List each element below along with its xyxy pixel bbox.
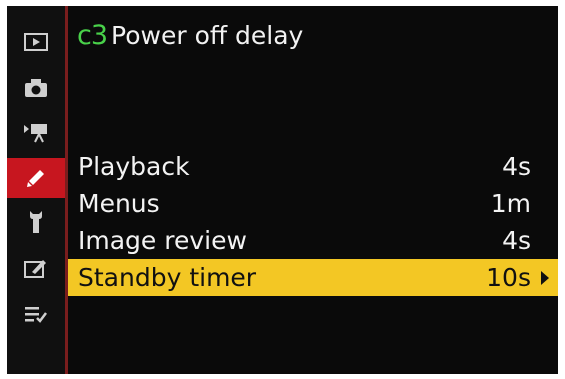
movie-shooting-menu-tab[interactable] (7, 112, 65, 152)
setup-menu-tab[interactable] (7, 202, 65, 242)
custom-settings-menu-tab[interactable] (7, 158, 65, 198)
menu-item-playback[interactable]: Playback 4s (68, 148, 558, 185)
menu-item-image-review[interactable]: Image review 4s (68, 222, 558, 259)
photo-shooting-menu-tab[interactable] (7, 68, 65, 108)
my-menu-icon (25, 307, 47, 323)
pencil-icon (27, 170, 44, 187)
menu-item-value: 10s (486, 263, 531, 292)
page-title: c3 Power off delay (77, 20, 303, 51)
menu-item-label: Menus (78, 189, 160, 218)
menu-sidebar (7, 6, 65, 374)
settings-list: Playback 4s Menus 1m Image review 4s Sta… (68, 148, 558, 296)
playback-icon (24, 33, 48, 51)
retouch-menu-tab[interactable] (7, 248, 65, 288)
menu-item-menus[interactable]: Menus 1m (68, 185, 558, 222)
chevron-right-icon (541, 271, 549, 285)
retouch-icon (24, 260, 46, 278)
menu-item-label: Standby timer (78, 263, 257, 292)
menu-item-standby-timer[interactable]: Standby timer 10s (68, 259, 558, 296)
menu-code: c3 (77, 20, 108, 51)
menu-item-label: Image review (78, 226, 247, 255)
menu-item-label: Playback (78, 152, 190, 181)
menu-title: Power off delay (111, 21, 304, 50)
my-menu-tab[interactable] (7, 294, 65, 334)
movie-icon (24, 124, 47, 143)
camera-icon (25, 79, 47, 97)
camera-menu-screen: c3 Power off delay Playback 4s Menus 1m … (7, 6, 558, 374)
menu-item-value: 4s (502, 152, 531, 181)
playback-menu-tab[interactable] (7, 22, 65, 62)
menu-item-value: 4s (502, 226, 531, 255)
wrench-icon (30, 211, 42, 233)
menu-item-value: 1m (490, 189, 531, 218)
